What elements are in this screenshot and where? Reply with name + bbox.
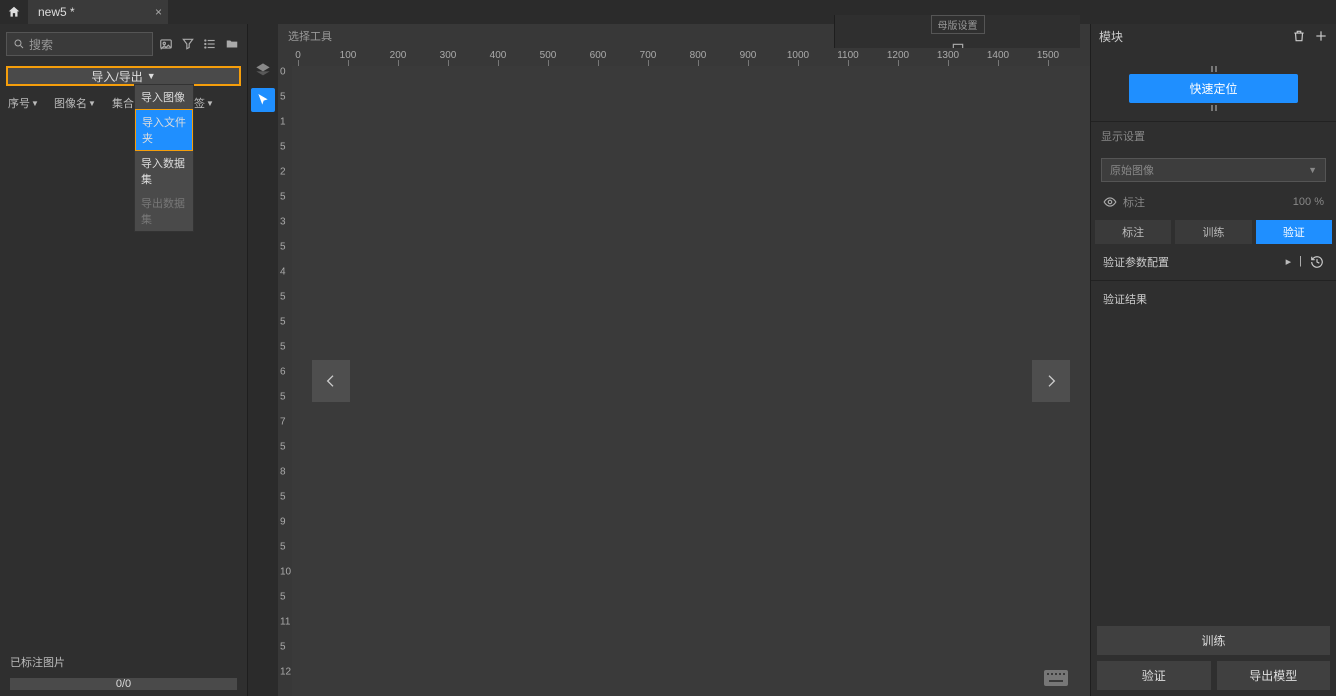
tool-label: 选择工具 bbox=[288, 28, 332, 44]
add-icon[interactable] bbox=[1314, 29, 1328, 43]
display-select[interactable]: 原始图像 ▼ bbox=[1101, 158, 1326, 182]
canvas[interactable] bbox=[292, 66, 1090, 696]
next-image-button[interactable] bbox=[1032, 360, 1070, 402]
vertical-ruler: 0515253545556575859510511512 bbox=[278, 66, 292, 696]
right-panel: 模块 快速定位 显示设置 原始图像 ▼ 标注 100 % 标注 训练 验证 bbox=[1090, 24, 1336, 696]
file-tab-label: new5 * bbox=[38, 5, 75, 19]
verify-config-label: 验证参数配置 bbox=[1103, 254, 1169, 270]
template-settings-button[interactable]: 母版设置 bbox=[931, 15, 985, 34]
chevron-down-icon: ▼ bbox=[1308, 165, 1317, 175]
export-model-button[interactable]: 导出模型 bbox=[1217, 661, 1331, 690]
tab-annot[interactable]: 标注 bbox=[1095, 220, 1171, 244]
display-section-title: 显示设置 bbox=[1091, 121, 1336, 150]
eye-icon[interactable] bbox=[1103, 195, 1117, 209]
horizontal-ruler: 0100200300400500600700800900100011001200… bbox=[292, 48, 1090, 66]
search-input[interactable]: 搜索 bbox=[6, 32, 153, 56]
quick-locate-button[interactable]: 快速定位 bbox=[1129, 74, 1297, 103]
menu-import-dataset[interactable]: 导入数据集 bbox=[135, 151, 193, 191]
import-export-menu: 导入图像 导入文件夹 导入数据集 导出数据集 bbox=[134, 84, 194, 232]
labeled-count-label: 已标注图片 bbox=[10, 654, 237, 670]
keyboard-icon[interactable] bbox=[1044, 670, 1068, 686]
tool-column bbox=[248, 24, 278, 696]
modules-title: 模块 bbox=[1099, 28, 1123, 45]
import-export-label: 导入/导出 bbox=[91, 68, 142, 85]
file-tab[interactable]: new5 * × bbox=[28, 0, 168, 24]
col-name[interactable]: 图像名▼ bbox=[52, 92, 108, 114]
home-button[interactable] bbox=[0, 0, 28, 24]
annot-vis-label: 标注 bbox=[1123, 194, 1145, 210]
history-icon[interactable] bbox=[1310, 255, 1324, 269]
menu-import-image[interactable]: 导入图像 bbox=[135, 85, 193, 109]
tab-train[interactable]: 训练 bbox=[1175, 220, 1251, 244]
image-filter-icon[interactable] bbox=[157, 35, 175, 53]
verify-result-label: 验证结果 bbox=[1103, 291, 1147, 307]
progress-bar: 0/0 bbox=[10, 678, 237, 690]
funnel-icon[interactable] bbox=[179, 35, 197, 53]
center-canvas-area: 选择工具 母版设置 010020030040050060070080090010… bbox=[278, 24, 1090, 696]
column-headers: 序号▼ 图像名▼ 集合▼ 标签▼ bbox=[0, 90, 247, 116]
train-button[interactable]: 训练 bbox=[1097, 626, 1330, 655]
opacity-value: 100 % bbox=[1293, 196, 1324, 208]
search-placeholder: 搜索 bbox=[29, 36, 53, 53]
col-sn[interactable]: 序号▼ bbox=[6, 92, 50, 114]
grip-icon bbox=[1210, 66, 1218, 72]
grip-icon bbox=[1210, 105, 1218, 111]
list-icon[interactable] bbox=[201, 35, 219, 53]
expand-icon[interactable]: ▸ bbox=[1286, 255, 1292, 269]
import-export-button[interactable]: 导入/导出 ▼ bbox=[6, 66, 241, 86]
tool-select[interactable] bbox=[251, 88, 275, 112]
close-tab-icon[interactable]: × bbox=[155, 5, 162, 19]
verify-button[interactable]: 验证 bbox=[1097, 661, 1211, 690]
trash-icon[interactable] bbox=[1292, 29, 1306, 43]
chevron-down-icon: ▼ bbox=[147, 71, 156, 81]
folder-icon[interactable] bbox=[223, 35, 241, 53]
menu-import-folder[interactable]: 导入文件夹 bbox=[135, 109, 193, 151]
left-panel: 搜索 导入/导出 ▼ 序号▼ 图像名▼ 集合▼ 标签▼ 已标注图片 0/0 bbox=[0, 24, 248, 696]
tool-layers[interactable] bbox=[251, 58, 275, 82]
prev-image-button[interactable] bbox=[312, 360, 350, 402]
menu-export-dataset: 导出数据集 bbox=[135, 191, 193, 231]
divider: | bbox=[1299, 255, 1302, 269]
tab-verify[interactable]: 验证 bbox=[1256, 220, 1332, 244]
search-icon bbox=[13, 38, 25, 50]
